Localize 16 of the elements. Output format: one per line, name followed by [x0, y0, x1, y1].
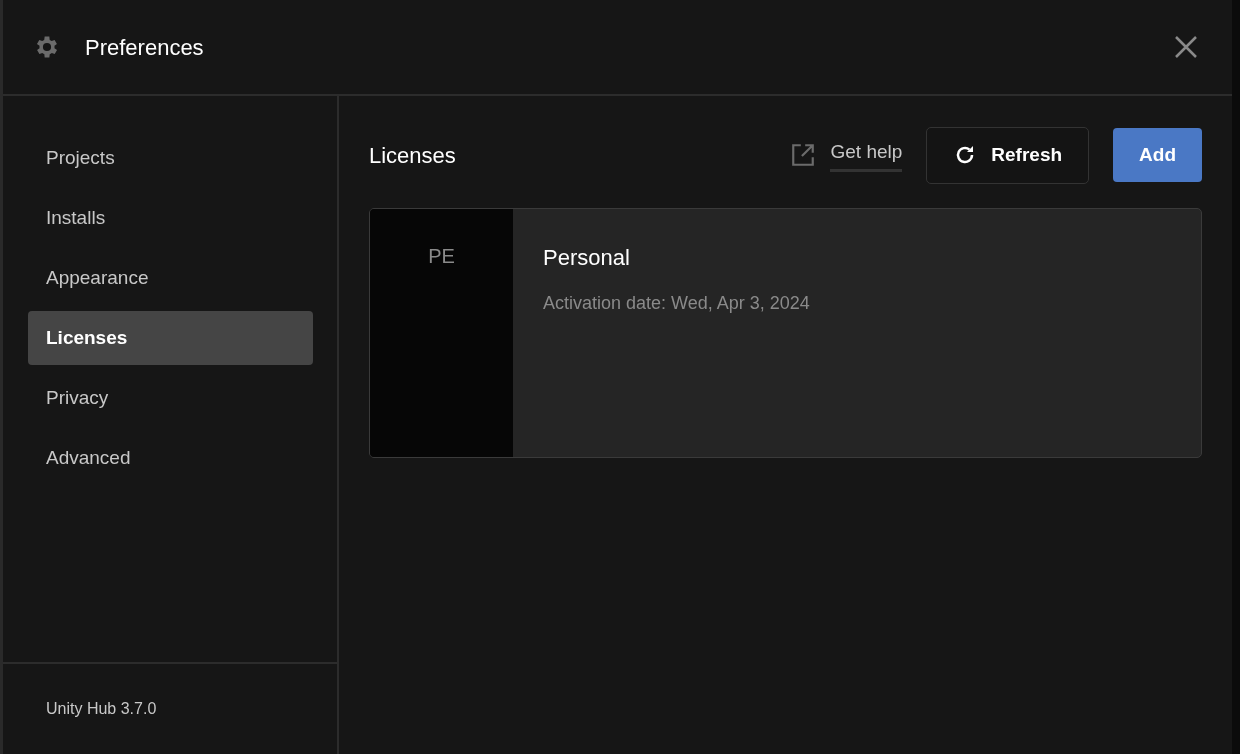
external-link-icon: [790, 142, 817, 168]
refresh-button[interactable]: Refresh: [926, 126, 1090, 184]
sidebar-item[interactable]: Installs: [28, 191, 313, 245]
activation-date: Activation date: Wed, Apr 3, 2024: [543, 292, 810, 315]
sidebar-item[interactable]: Appearance: [28, 251, 313, 305]
sidebar-item[interactable]: Licenses: [28, 311, 313, 365]
add-button[interactable]: Add: [1113, 128, 1202, 182]
section-heading: Licenses: [369, 141, 456, 170]
dialog-title: Preferences: [85, 33, 204, 62]
sidebar-item[interactable]: Advanced: [28, 431, 313, 485]
license-initials: PE: [370, 209, 513, 457]
sidebar-item[interactable]: Privacy: [28, 371, 313, 425]
version-text: Unity Hub 3.7.0: [46, 699, 157, 719]
help-link[interactable]: Get help: [790, 138, 903, 172]
license-name: Personal: [543, 244, 631, 272]
sidebar-item[interactable]: Projects: [28, 131, 313, 185]
